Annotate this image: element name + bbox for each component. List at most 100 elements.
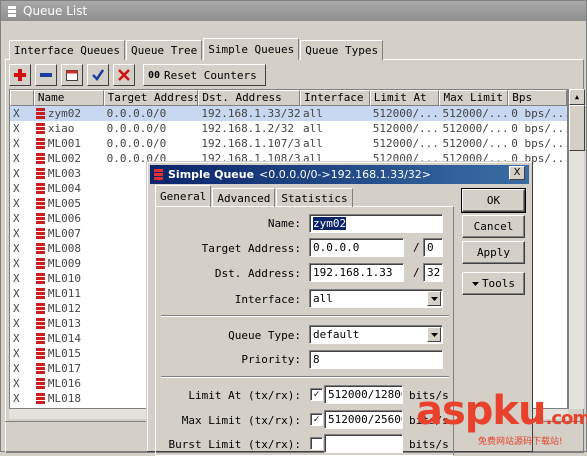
- name-field[interactable]: zym02: [309, 214, 443, 233]
- cell-interface: all: [302, 137, 323, 150]
- note-icon: [66, 69, 78, 81]
- cell-flag: X: [13, 182, 20, 195]
- cell-limit-at: 512000/...: [372, 137, 439, 150]
- cancel-button[interactable]: Cancel: [462, 215, 525, 238]
- max-limit-field[interactable]: 512000/25600: [324, 410, 403, 429]
- dialog-title-target: <0.0.0.0/0->192.168.1.33/32>: [259, 168, 432, 181]
- tools-button[interactable]: Tools: [462, 272, 525, 295]
- vertical-scrollbar[interactable]: ▲: [568, 89, 585, 409]
- col-target-address[interactable]: Target Address: [103, 90, 199, 106]
- col-name[interactable]: Name: [33, 90, 104, 106]
- cell-name: ML015: [34, 346, 104, 361]
- cell-limit-at: 512000/...: [372, 122, 439, 135]
- cell-target-address: 0.0.0.0/0: [106, 122, 167, 135]
- cell-target-address: 0.0.0.0/0: [106, 107, 167, 120]
- cell-limit-at: 512000/...: [372, 107, 439, 120]
- queue-icon: [35, 378, 45, 389]
- col-max-limit[interactable]: Max Limit: [439, 90, 509, 106]
- target-address-label: Target Address:: [201, 242, 301, 255]
- queue-type-select[interactable]: default: [309, 325, 443, 344]
- tab-queue-tree[interactable]: Queue Tree: [125, 40, 203, 60]
- watermark-tagline: 免费网站源码下载站!: [478, 437, 563, 447]
- enable-button[interactable]: [87, 64, 109, 86]
- tab-advanced[interactable]: Advanced: [212, 188, 276, 207]
- scroll-thumb[interactable]: [569, 105, 585, 151]
- cell-flag: X: [13, 122, 20, 135]
- cell-flag: X: [13, 332, 20, 345]
- cell-name: xiao: [34, 121, 104, 136]
- close-icon[interactable]: X: [509, 166, 525, 180]
- interface-select[interactable]: all: [309, 289, 443, 308]
- dialog-titlebar[interactable]: Simple Queue <0.0.0.0/0->192.168.1.33/32…: [150, 165, 529, 184]
- dst-address-field[interactable]: 192.168.1.33: [309, 263, 404, 282]
- limit-at-label: Limit At (tx/rx):: [188, 389, 301, 402]
- cell-name: ML009: [34, 256, 104, 271]
- check-icon: [92, 69, 104, 81]
- tab-queue-types[interactable]: Queue Types: [300, 40, 384, 60]
- scroll-up-icon[interactable]: ▲: [569, 89, 585, 105]
- cell-flag: X: [13, 212, 20, 225]
- table-row[interactable]: Xxiao 0.0.0.0/0 192.168.1.2/32 all 512000/..…: [10, 121, 567, 136]
- name-label: Name:: [267, 217, 301, 230]
- tab-interface-queues[interactable]: Interface Queues: [9, 40, 125, 60]
- tab-general[interactable]: General: [155, 185, 212, 207]
- queue-icon: [154, 169, 163, 180]
- target-address-field[interactable]: 0.0.0.0: [309, 238, 404, 257]
- queue-icon: [35, 153, 45, 164]
- cell-flag: X: [13, 107, 20, 120]
- queue-icon: [35, 258, 45, 269]
- table-row[interactable]: X ML001 0.0.0.0/0 192.168.1.107/32 all 512000…: [10, 136, 567, 151]
- name-value: zym02: [313, 217, 347, 230]
- add-button[interactable]: [9, 64, 31, 86]
- col-interface[interactable]: Interface: [299, 90, 370, 106]
- queue-icon: [35, 363, 45, 374]
- burst-limit-checkbox[interactable]: [310, 437, 323, 450]
- col-flag[interactable]: [10, 90, 34, 106]
- col-dst-address[interactable]: Dst. Address: [198, 90, 300, 106]
- limit-at-checkbox[interactable]: ✓: [310, 388, 323, 401]
- cell-name: ML013: [34, 316, 104, 331]
- max-limit-checkbox[interactable]: ✓: [310, 413, 323, 426]
- burst-limit-field[interactable]: [324, 434, 403, 453]
- remove-button[interactable]: [35, 64, 57, 86]
- tab-simple-queues[interactable]: Simple Queues: [203, 38, 300, 60]
- queue-icon: [35, 123, 45, 134]
- cell-dst-address: 192.168.1.107/32: [201, 137, 300, 150]
- window-titlebar[interactable]: Queue List: [1, 1, 586, 21]
- cell-name: ML014: [34, 331, 104, 346]
- ok-button[interactable]: OK: [461, 188, 526, 213]
- queue-icon: [35, 108, 45, 119]
- queue-icon: [35, 243, 45, 254]
- chevron-down-icon: [471, 281, 479, 286]
- col-bps[interactable]: Bps: [508, 90, 567, 106]
- cell-flag: X: [13, 242, 20, 255]
- cell-flag: X: [13, 257, 20, 270]
- chevron-down-icon[interactable]: [427, 291, 441, 306]
- apply-button[interactable]: Apply: [462, 241, 525, 264]
- cell-flag: X: [13, 227, 20, 240]
- cell-name: zym02: [34, 106, 104, 121]
- cell-name: ML016: [34, 376, 104, 391]
- queue-icon: [35, 393, 45, 404]
- cell-dst-address: 192.168.1.33/32: [201, 107, 300, 120]
- comment-button[interactable]: [61, 64, 83, 86]
- cell-flag: X: [13, 287, 20, 300]
- dst-mask-field[interactable]: 32: [423, 263, 443, 282]
- tab-statistics[interactable]: Statistics: [276, 188, 353, 207]
- cell-interface: all: [302, 122, 323, 135]
- disable-button[interactable]: [113, 64, 135, 86]
- col-limit-at[interactable]: Limit At: [369, 90, 440, 106]
- dst-address-label: Dst. Address:: [214, 267, 301, 280]
- cell-flag: X: [13, 152, 20, 165]
- cell-bps: 0 bps/...: [511, 137, 567, 150]
- cell-flag: X: [13, 347, 20, 360]
- cell-flag: X: [13, 272, 20, 285]
- divider: [161, 315, 449, 317]
- queue-type-value: default: [313, 328, 360, 341]
- reset-counters-button[interactable]: 00 Reset Counters: [143, 64, 266, 86]
- target-mask-field[interactable]: 0: [423, 238, 443, 257]
- priority-field[interactable]: 8: [309, 350, 443, 369]
- chevron-down-icon[interactable]: [427, 327, 441, 342]
- limit-at-field[interactable]: 512000/12800: [324, 385, 403, 404]
- table-row[interactable]: Xzym02 0.0.0.0/0 192.168.1.33/32 all 512000/…: [10, 106, 567, 121]
